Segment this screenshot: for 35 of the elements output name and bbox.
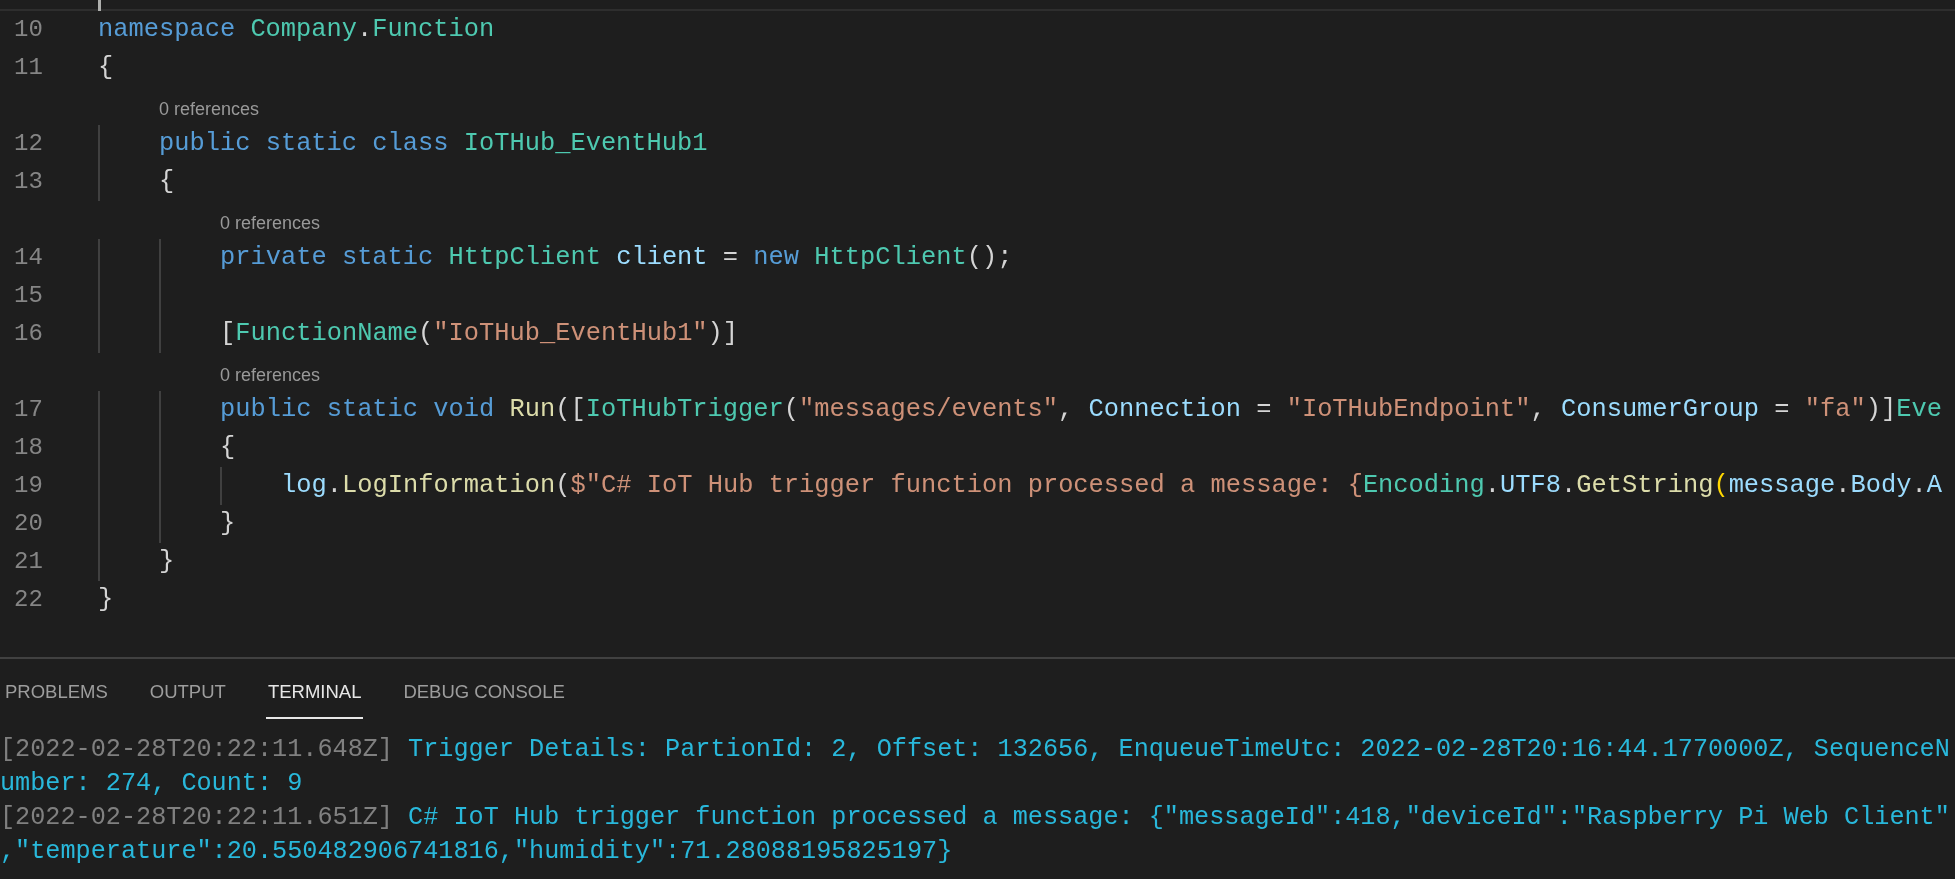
code-line: { — [98, 51, 114, 84]
line-number: 14 — [13, 243, 44, 273]
code-line: log.LogInformation($"C# IoT Hub trigger function processed a message: {Encoding.UTF8.GetString(message.Body.A — [281, 469, 1942, 502]
code-line: { — [159, 165, 175, 198]
line-number: 20 — [13, 509, 44, 539]
panel-tab[interactable]: TERMINAL — [265, 675, 364, 719]
panel-tab[interactable]: OUTPUT — [147, 675, 228, 719]
line-number: 17 — [13, 395, 44, 425]
line-number: 15 — [13, 281, 44, 311]
panel-tab[interactable]: PROBLEMS — [3, 675, 110, 719]
line-number: 19 — [13, 471, 44, 501]
line-number: 18 — [13, 433, 44, 463]
code-line: namespace Company.Function — [98, 13, 495, 46]
code-line: public static void Run([IoTHubTrigger("messages/events", Connection = "IoTHubEndpoint", ConsumerGroup = "fa")]Eve — [220, 393, 1942, 426]
terminal-line: [2022-02-28T20:22:11.651Z] C# IoT Hub trigger function processed a message: {"messageId":418,"deviceId":"Raspberry Pi Web Client","temperature":20.550482906741816,"humidity":71.28088195825197} — [0, 802, 1950, 868]
text-cursor — [98, 0, 101, 11]
line-number: 22 — [13, 585, 44, 615]
line-number: 10 — [13, 15, 44, 45]
references-link[interactable]: 0 references — [159, 89, 260, 123]
line-number: 11 — [13, 53, 44, 83]
references-link[interactable]: 0 references — [220, 355, 321, 389]
line-number: 21 — [13, 547, 44, 577]
terminal-line: [2022-02-28T20:22:11.648Z] Trigger Details: PartionId: 2, Offset: 132656, EnqueueTimeUtc: 2022-02-28T20:16:44.1770000Z, SequenceNumber: 274, Count: 9 — [0, 734, 1950, 800]
code-line: [FunctionName("IoTHub_EventHub1")] — [220, 317, 739, 350]
code-line: private static HttpClient client = new HttpClient(); — [220, 241, 1013, 274]
code-line: public static class IoTHub_EventHub1 — [159, 127, 708, 160]
panel-tab[interactable]: DEBUG CONSOLE — [401, 675, 567, 719]
line-number: 12 — [13, 129, 44, 159]
line-number: 13 — [13, 167, 44, 197]
code-line: } — [98, 583, 114, 616]
line-number: 16 — [13, 319, 44, 349]
code-line: } — [159, 545, 175, 578]
code-line: } — [220, 507, 236, 540]
code-line: { — [220, 431, 236, 464]
references-link[interactable]: 0 references — [220, 203, 321, 237]
